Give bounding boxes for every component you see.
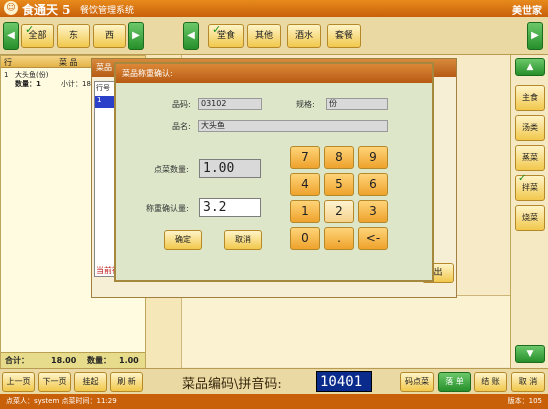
key-2[interactable]: 2 xyxy=(324,200,354,223)
subcategory-sidebar: ▲ 主食 汤类 蒸菜 ✓ 拌菜 烧菜 ▼ xyxy=(510,55,548,368)
key-3[interactable]: 3 xyxy=(358,200,388,223)
category-next-button[interactable]: ▶ xyxy=(527,22,543,50)
dish-grid-lower xyxy=(182,295,510,367)
category-button-other[interactable]: 其他 xyxy=(247,24,281,48)
order-row-name: 大头鱼(份) xyxy=(15,71,49,79)
area-button-west[interactable]: 西 xyxy=(93,24,126,48)
sidebar-down-button[interactable]: ▼ xyxy=(515,345,545,363)
sidebar-item-braised[interactable]: 烧菜 xyxy=(515,205,545,231)
dish-code-input[interactable]: 10401 xyxy=(316,371,372,392)
category-prev-button[interactable]: ◀ xyxy=(183,22,199,50)
order-col-index: 行 xyxy=(4,58,12,67)
key-7[interactable]: 7 xyxy=(290,146,320,169)
code-label: 品码: xyxy=(172,100,191,109)
category-button-set-meal[interactable]: 套餐 xyxy=(327,24,361,48)
count-label: 数量： xyxy=(87,356,111,365)
key-decimal[interactable]: . xyxy=(324,227,354,250)
sidebar-up-button[interactable]: ▲ xyxy=(515,58,545,76)
sidebar-item-mixed[interactable]: ✓ 拌菜 xyxy=(515,173,545,201)
category-button-dine-in[interactable]: ✓ 堂食 xyxy=(208,23,244,48)
app-name: 食通天 5 xyxy=(22,3,71,17)
order-row-index: 1 xyxy=(4,71,9,79)
order-col-name: 菜 品 xyxy=(59,58,78,67)
version-text: 版本：105 xyxy=(507,397,542,405)
order-total-bar: 合计： 18.00 数量： 1.00 xyxy=(1,352,145,368)
title-bar: ☺ 食通天 5 餐饮管理系统 美世家 xyxy=(0,0,548,17)
order-row-qty: 数量：1 xyxy=(15,80,41,88)
checkmark-icon: ✓ xyxy=(212,23,222,36)
name-label: 品名: xyxy=(172,122,191,131)
hold-button[interactable]: 挂起 xyxy=(74,372,107,392)
key-backspace[interactable]: <- xyxy=(358,227,388,250)
sidebar-item-staple[interactable]: 主食 xyxy=(515,85,545,111)
checkmark-icon: ✓ xyxy=(25,23,35,36)
total-label: 合计： xyxy=(5,356,29,365)
total-value: 18.00 xyxy=(51,356,77,365)
key-0[interactable]: 0 xyxy=(290,227,320,250)
checkout-button[interactable]: 结 账 xyxy=(474,372,507,392)
place-order-button[interactable]: 落 单 xyxy=(438,372,471,392)
checkmark-icon: ✓ xyxy=(518,173,527,184)
name-field: 大头鱼 xyxy=(198,120,388,132)
confirm-button[interactable]: 确定 xyxy=(164,230,202,250)
key-1[interactable]: 1 xyxy=(290,200,320,223)
spec-label: 规格: xyxy=(296,100,315,109)
code-input-label: 菜品编码\拼音码: xyxy=(182,377,282,392)
next-page-button[interactable]: 下一页 xyxy=(38,372,71,392)
key-5[interactable]: 5 xyxy=(324,173,354,196)
qty-field: 1.00 xyxy=(199,159,261,178)
key-9[interactable]: 9 xyxy=(358,146,388,169)
numeric-keypad: 7 8 9 4 5 6 1 2 3 0 . <- xyxy=(290,146,394,254)
key-4[interactable]: 4 xyxy=(290,173,320,196)
code-order-button[interactable]: 码点菜 xyxy=(400,372,434,392)
key-6[interactable]: 6 xyxy=(358,173,388,196)
refresh-button[interactable]: 刷 新 xyxy=(110,372,143,392)
prev-page-button[interactable]: 上一页 xyxy=(2,372,35,392)
area-prev-button[interactable]: ◀ xyxy=(3,22,19,50)
bottom-toolbar: 上一页 下一页 挂起 刷 新 菜品编码\拼音码: 10401 码点菜 落 单 结… xyxy=(0,368,548,394)
area-next-button[interactable]: ▶ xyxy=(128,22,144,50)
area-button-east[interactable]: 东 xyxy=(57,24,90,48)
sidebar-item-soup[interactable]: 汤类 xyxy=(515,115,545,141)
top-toolbar: ◀ ✓ 全部 东 西 ▶ ◀ ✓ 堂食 其他 酒水 套餐 ▶ xyxy=(0,17,548,55)
count-value: 1.00 xyxy=(119,356,139,365)
dish-list-col-row: 行号 xyxy=(96,84,110,92)
key-8[interactable]: 8 xyxy=(324,146,354,169)
spec-field: 份 xyxy=(326,98,388,110)
status-text: 点菜人：system 点菜时间：11:29 xyxy=(6,397,117,405)
confirm-qty-input[interactable]: 3.2 xyxy=(199,198,261,217)
app-logo-icon: ☺ xyxy=(4,1,18,15)
weigh-confirm-dialog: 菜品称重确认: 品码: 03102 规格: 份 品名: 大头鱼 点菜数量: 1.… xyxy=(114,62,434,282)
weigh-confirm-title: 菜品称重确认: xyxy=(116,64,432,83)
confirm-qty-label: 称重确认量: xyxy=(146,204,189,213)
area-button-all[interactable]: ✓ 全部 xyxy=(21,23,54,48)
status-bar: 点菜人：system 点菜时间：11:29 版本：105 xyxy=(0,394,548,409)
code-field: 03102 xyxy=(198,98,262,110)
cancel-order-button[interactable]: 取 消 xyxy=(511,372,545,392)
app-subtitle: 餐饮管理系统 xyxy=(80,6,135,16)
cancel-button[interactable]: 取消 xyxy=(224,230,262,250)
qty-label: 点菜数量: xyxy=(154,165,189,174)
order-row-subtotal: 小计：18 xyxy=(61,80,91,88)
category-button-drinks[interactable]: 酒水 xyxy=(287,24,321,48)
brand-name: 美世家 xyxy=(512,6,542,17)
